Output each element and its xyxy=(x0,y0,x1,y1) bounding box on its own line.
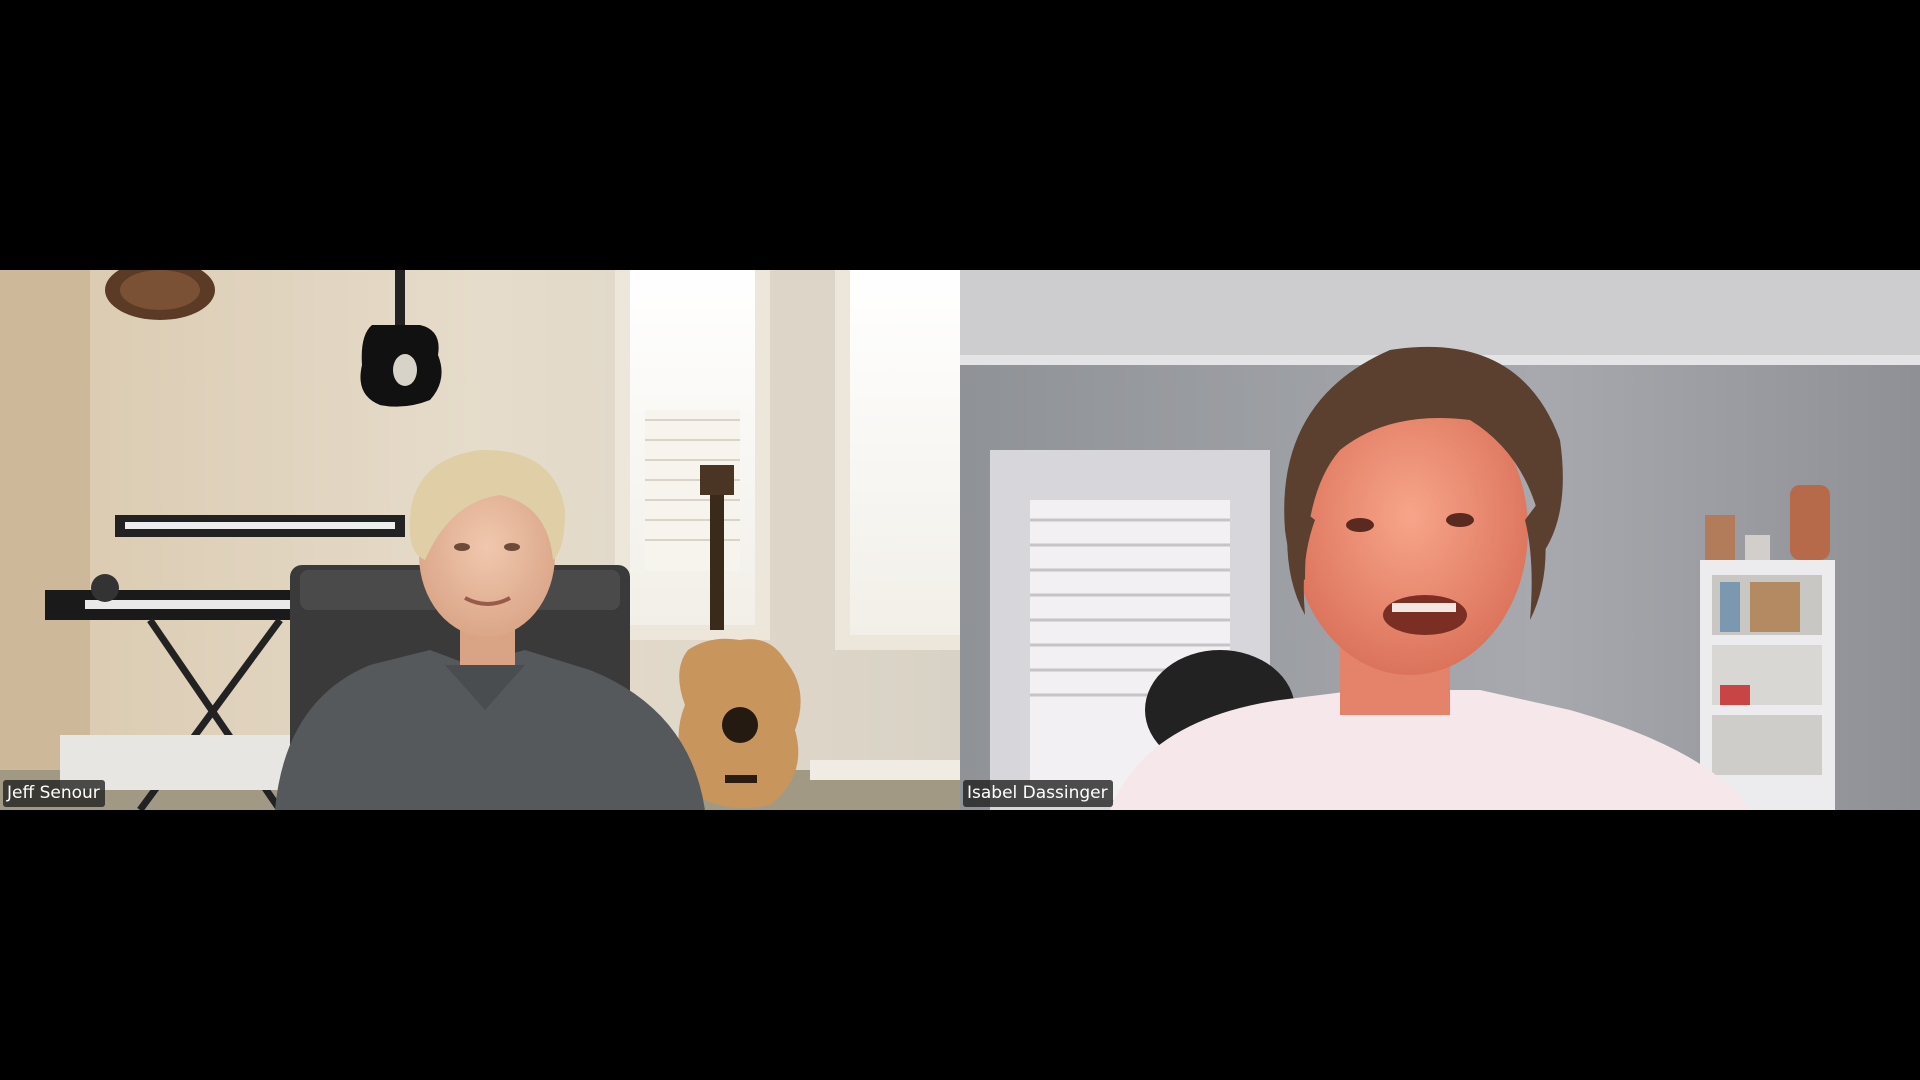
participant-name-label: Isabel Dassinger xyxy=(963,780,1113,807)
meeting-gallery-view: Jeff Senour Isabel Dassinger xyxy=(0,0,1920,1080)
participant-name-label: Jeff Senour xyxy=(3,780,105,807)
participant-video-tile[interactable]: Isabel Dassinger xyxy=(960,270,1920,810)
participant-video-tile[interactable]: Jeff Senour xyxy=(0,270,960,810)
participant-video-feed xyxy=(960,270,1920,810)
participant-video-feed xyxy=(0,270,960,810)
